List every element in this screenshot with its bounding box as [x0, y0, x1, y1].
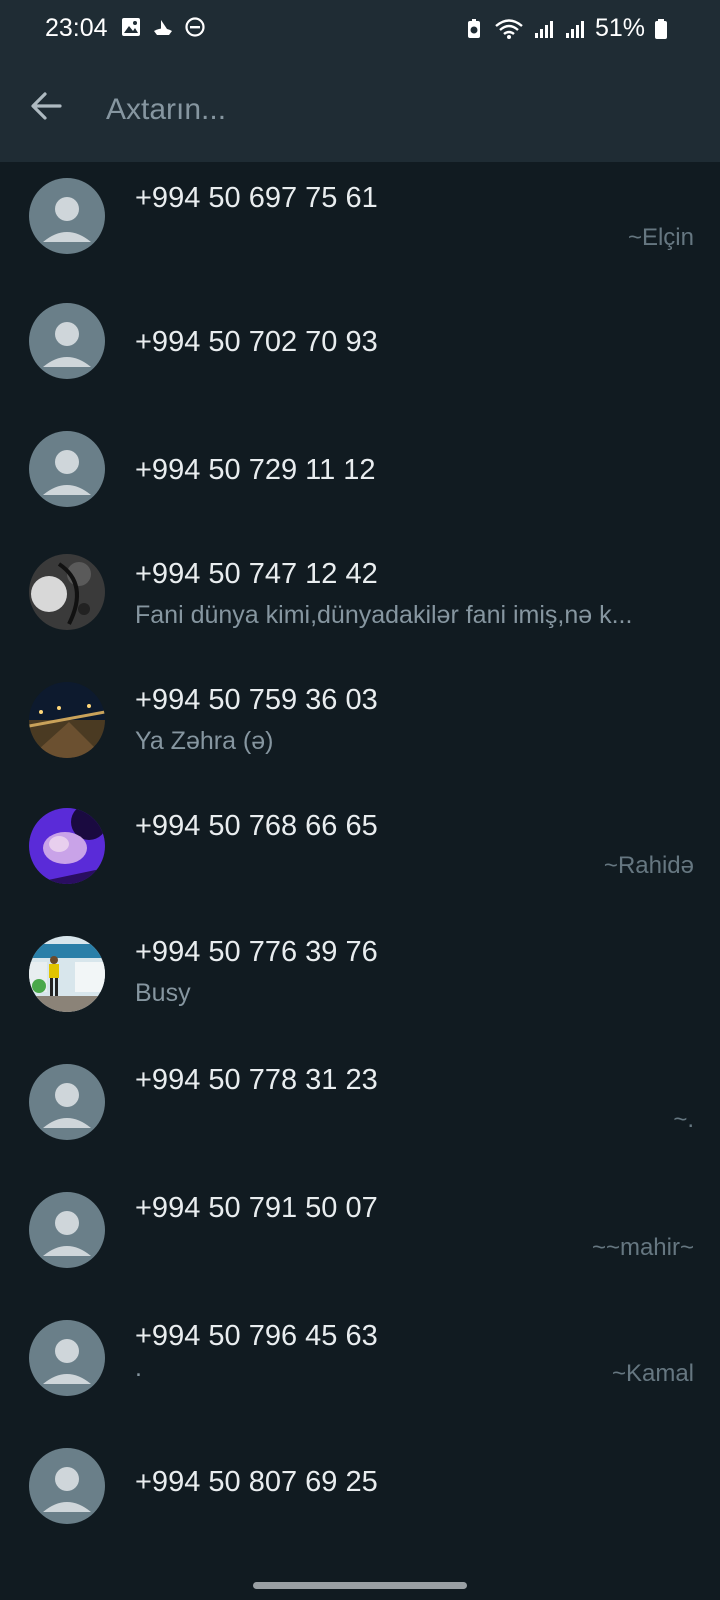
profile-photo [29, 936, 105, 1012]
contact-phone: +994 50 791 50 07 [135, 1192, 378, 1224]
default-avatar-icon [29, 303, 105, 379]
default-avatar-icon [29, 1320, 105, 1396]
contact-phone: +994 50 768 66 65 [135, 810, 378, 842]
avatar[interactable] [29, 178, 105, 254]
profile-photo [29, 808, 105, 884]
avatar[interactable] [29, 936, 105, 1012]
default-avatar-icon [29, 1448, 105, 1524]
profile-photo [29, 682, 105, 758]
contact-about: . [135, 1354, 142, 1382]
contact-push-name: ~Kamal [611, 1360, 694, 1387]
battery-percentage: 51% [594, 14, 645, 42]
search-app-bar [0, 58, 720, 162]
contact-about: Busy [135, 979, 191, 1007]
avatar[interactable] [29, 554, 105, 630]
contact-row[interactable]: +994 50 702 70 93 [0, 290, 720, 418]
contact-row[interactable]: +994 50 778 31 23 ~. [0, 1058, 720, 1186]
contact-phone: +994 50 729 11 12 [135, 454, 376, 486]
battery-saver-icon [467, 18, 480, 38]
navigation-bar [0, 1570, 720, 1600]
contact-phone: +994 50 778 31 23 [135, 1064, 378, 1096]
battery-icon [655, 18, 667, 39]
status-bar: 23:04 51% [0, 0, 720, 58]
contact-row[interactable]: +994 50 747 12 42 Fani dünya kimi,dünyad… [0, 546, 720, 674]
back-button[interactable] [26, 86, 66, 126]
default-avatar-icon [29, 1064, 105, 1140]
avatar[interactable] [29, 303, 105, 379]
contact-row[interactable]: +994 50 791 50 07 ~~mahir~ [0, 1186, 720, 1314]
contact-row[interactable]: +994 50 729 11 12 [0, 418, 720, 546]
contact-phone: +994 50 807 69 25 [135, 1466, 378, 1498]
default-avatar-icon [29, 178, 105, 254]
status-icons-right: 51% [463, 14, 668, 43]
avatar[interactable] [29, 431, 105, 507]
contact-push-name: ~Rahidə [603, 852, 694, 879]
contact-about: Ya Zəhra (ə) [135, 727, 274, 755]
default-avatar-icon [29, 431, 105, 507]
avatar[interactable] [29, 808, 105, 884]
avatar[interactable] [29, 1192, 105, 1268]
arrow-left-icon [31, 92, 62, 120]
avatar[interactable] [29, 682, 105, 758]
avatar[interactable] [29, 1320, 105, 1396]
avatar[interactable] [29, 1064, 105, 1140]
status-time: 23:04 [45, 14, 108, 42]
contact-list[interactable]: +994 50 697 75 61 ~Elçin +994 50 702 70 … [0, 162, 720, 1570]
contact-phone: +994 50 759 36 03 [135, 684, 378, 716]
contact-phone: +994 50 796 45 63 [135, 1320, 378, 1352]
contact-about: Fani dünya kimi,dünyadakilər fani imiş,n… [135, 601, 633, 629]
contact-phone: +994 50 776 39 76 [135, 936, 378, 968]
do-not-disturb-icon [185, 17, 205, 37]
contact-push-name: ~. [673, 1106, 694, 1133]
avatar[interactable] [29, 1448, 105, 1524]
wifi-icon [495, 18, 523, 39]
search-input[interactable] [104, 84, 668, 136]
home-gesture-handle[interactable] [253, 1582, 467, 1589]
profile-photo [29, 554, 105, 630]
contact-phone: +994 50 697 75 61 [135, 182, 378, 214]
contact-phone: +994 50 747 12 42 [135, 558, 378, 590]
contact-phone: +994 50 702 70 93 [135, 326, 378, 358]
ship-icon [154, 20, 172, 35]
gallery-icon [122, 18, 140, 36]
contact-row[interactable]: +994 50 807 69 25 [0, 1442, 720, 1570]
signal-icon [565, 20, 584, 38]
contact-push-name: ~~mahir~ [591, 1234, 694, 1261]
contact-row[interactable]: +994 50 759 36 03 Ya Zəhra (ə) [0, 674, 720, 802]
contact-push-name: ~Elçin [627, 224, 694, 251]
signal-icon [534, 20, 553, 38]
contact-row[interactable]: +994 50 697 75 61 ~Elçin [0, 162, 720, 290]
contact-row[interactable]: +994 50 796 45 63 . ~Kamal [0, 1314, 720, 1442]
contact-row[interactable]: +994 50 776 39 76 Busy [0, 930, 720, 1058]
default-avatar-icon [29, 1192, 105, 1268]
contact-row[interactable]: +994 50 768 66 65 ~Rahidə [0, 802, 720, 930]
status-icons-left [120, 16, 206, 38]
